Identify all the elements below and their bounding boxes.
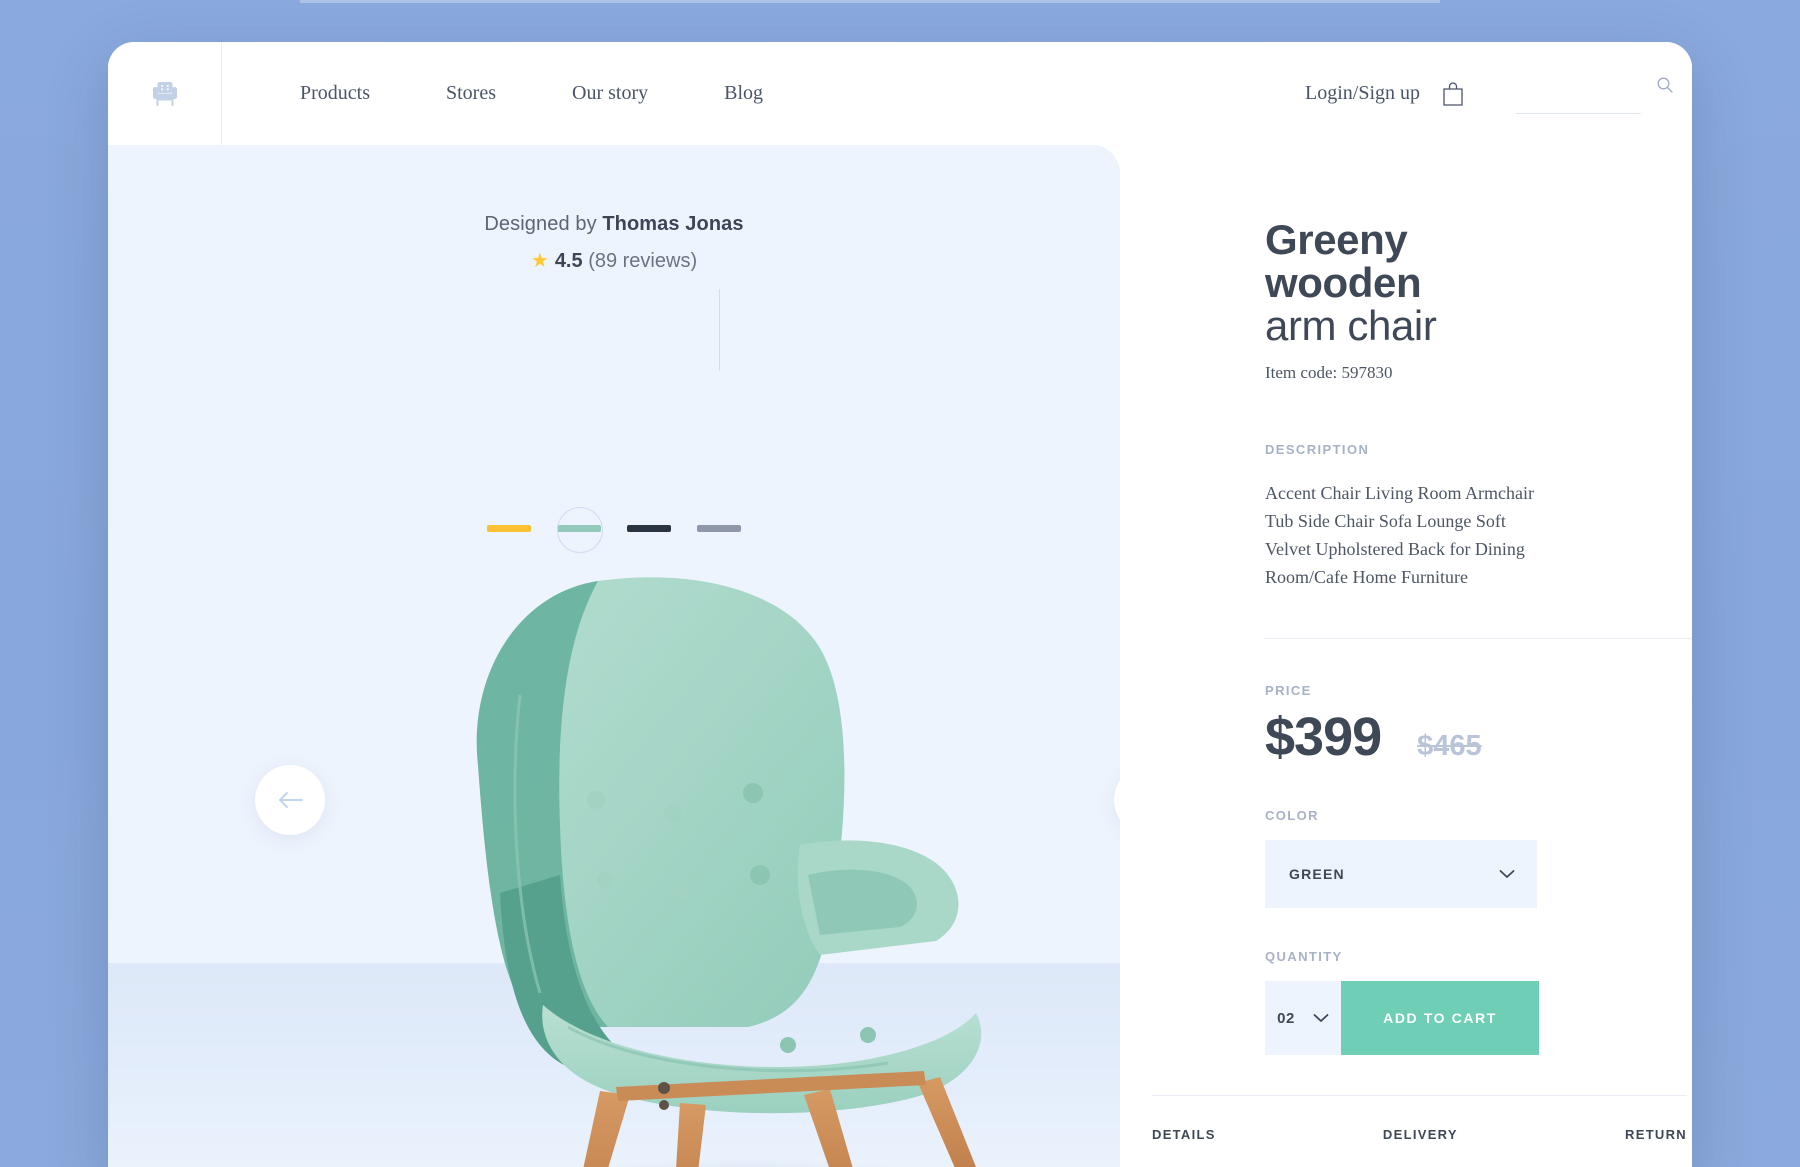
- main-navigation: Products Stores Our story Blog: [262, 82, 801, 105]
- search-icon[interactable]: [1656, 76, 1674, 94]
- quantity-value: 02: [1277, 1009, 1295, 1027]
- rating-row: ★ 4.5 (89 reviews): [108, 248, 1120, 273]
- rating-reviews: (89 reviews): [588, 250, 698, 272]
- arrow-left-icon: [279, 792, 303, 808]
- swatch-black[interactable]: [627, 525, 671, 532]
- price-label: PRICE: [1265, 683, 1312, 698]
- divider-tabs: [1152, 1095, 1687, 1096]
- search-input[interactable]: [1516, 92, 1641, 114]
- color-select[interactable]: GREEN: [1265, 840, 1537, 908]
- chevron-down-icon: [1499, 870, 1515, 878]
- description-label: DESCRIPTION: [1265, 442, 1370, 457]
- nav-item-blog[interactable]: Blog: [686, 82, 801, 105]
- designed-by-prefix: Designed by: [484, 213, 603, 235]
- swatch-yellow[interactable]: [487, 525, 531, 532]
- divider-description: [1264, 638, 1692, 639]
- designer-name: Thomas Jonas: [602, 213, 744, 235]
- tab-details[interactable]: DETAILS: [1152, 1127, 1216, 1142]
- rating-value: 4.5: [554, 250, 583, 272]
- designer-credit: Designed by Thomas Jonas: [108, 213, 1120, 236]
- search-box: [1516, 74, 1673, 114]
- color-swatch-group: [108, 506, 1120, 553]
- nav-item-products[interactable]: Products: [262, 82, 408, 105]
- quantity-select[interactable]: 02: [1265, 981, 1342, 1055]
- header-actions: Login/Sign up: [1305, 42, 1692, 145]
- window-top-strip: [300, 0, 1440, 3]
- price-row: $399 $465: [1265, 706, 1539, 768]
- add-to-cart-button[interactable]: ADD TO CART: [1341, 981, 1539, 1055]
- color-selected-value: GREEN: [1289, 866, 1345, 882]
- tab-return[interactable]: RETURN: [1625, 1127, 1687, 1142]
- quantity-row: 02 ADD TO CART: [1265, 981, 1539, 1055]
- swatch-grey[interactable]: [697, 525, 741, 532]
- nav-item-stores[interactable]: Stores: [408, 82, 534, 105]
- product-title-line2: arm chair: [1265, 302, 1437, 349]
- product-details-panel: Greeny wooden arm chair Item code: 59783…: [1120, 145, 1692, 1167]
- chevron-down-icon: [1313, 1014, 1329, 1022]
- price-current: $399: [1265, 707, 1382, 767]
- tab-delivery[interactable]: DELIVERY: [1383, 1127, 1458, 1142]
- armchair-logo-icon: [152, 81, 177, 106]
- product-title-line1: Greeny wooden: [1265, 216, 1422, 306]
- browser-card: Products Stores Our story Blog Login/Sig…: [108, 42, 1692, 1167]
- login-signup-link[interactable]: Login/Sign up: [1305, 82, 1420, 105]
- page-title: Greeny wooden arm chair: [1265, 218, 1539, 347]
- star-icon: ★: [530, 250, 549, 272]
- price-original: $465: [1417, 730, 1482, 762]
- swatch-connector-line: [719, 289, 720, 371]
- product-image: [476, 577, 982, 1167]
- swatch-green[interactable]: [557, 506, 603, 553]
- item-code: Item code: 597830: [1265, 363, 1393, 382]
- product-gallery: Designed by Thomas Jonas ★ 4.5 (89 review…: [108, 145, 1120, 1167]
- info-tabs: DETAILS DELIVERY RETURN: [1152, 1127, 1687, 1142]
- quantity-label: QUANTITY: [1265, 949, 1343, 964]
- gallery-prev-button[interactable]: [255, 765, 325, 835]
- shopping-bag-icon[interactable]: [1442, 81, 1464, 107]
- color-label: COLOR: [1265, 808, 1319, 823]
- nav-item-our-story[interactable]: Our story: [534, 82, 686, 105]
- site-header: Products Stores Our story Blog Login/Sig…: [108, 42, 1692, 145]
- description-text: Accent Chair Living Room Armchair Tub Si…: [1265, 483, 1534, 587]
- logo[interactable]: [108, 42, 222, 145]
